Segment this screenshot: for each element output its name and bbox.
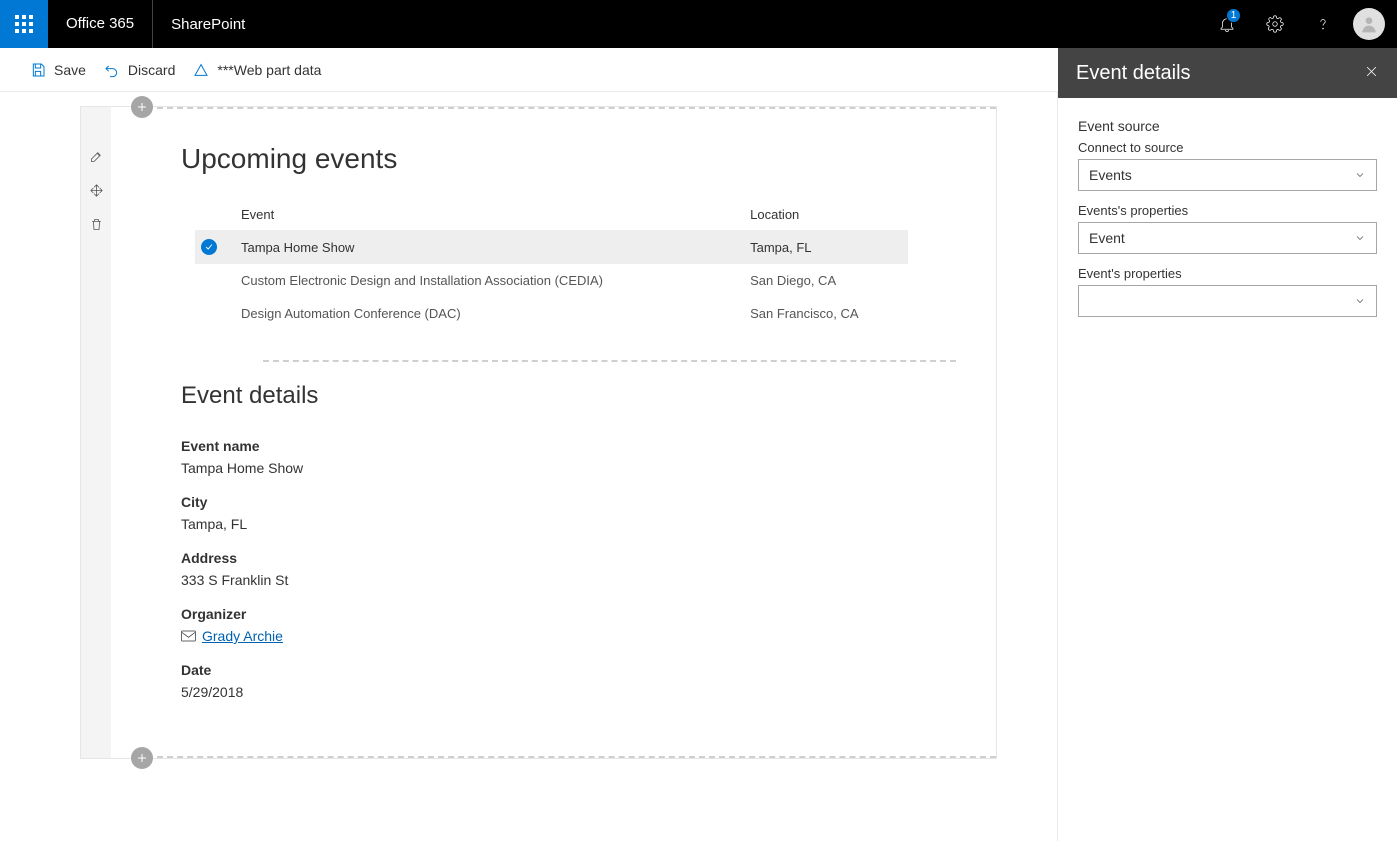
notification-badge: 1	[1226, 8, 1241, 23]
user-avatar[interactable]	[1353, 8, 1385, 40]
cell-event: Design Automation Conference (DAC)	[235, 297, 744, 330]
events-properties-select[interactable]	[1078, 285, 1377, 317]
label-city: City	[181, 494, 956, 510]
close-pane-button[interactable]	[1364, 62, 1379, 85]
help-button[interactable]	[1299, 0, 1347, 48]
property-pane: Event details Event source Connect to so…	[1058, 48, 1397, 841]
label-event-name: Event name	[181, 438, 956, 454]
label-events-properties: Event's properties	[1078, 266, 1377, 281]
event-details-title: Event details	[181, 382, 956, 410]
check-icon	[204, 242, 214, 252]
value-date: 5/29/2018	[181, 684, 956, 700]
notifications-button[interactable]: 1	[1203, 0, 1251, 48]
table-row[interactable]: Design Automation Conference (DAC) San F…	[195, 297, 908, 330]
cell-location: San Diego, CA	[744, 264, 908, 297]
cell-event: Tampa Home Show	[235, 230, 744, 264]
chevron-down-icon	[1354, 169, 1366, 181]
label-address: Address	[181, 550, 956, 566]
table-row[interactable]: Tampa Home Show Tampa, FL	[195, 230, 908, 264]
page-canvas: Upcoming events Event Location	[80, 106, 997, 759]
app-launcher-button[interactable]	[0, 0, 48, 48]
webpart-data-label: ***Web part data	[217, 62, 321, 78]
organizer-name: Grady Archie	[202, 628, 283, 644]
value-address: 333 S Franklin St	[181, 572, 956, 588]
column-header-location[interactable]: Location	[744, 199, 908, 230]
eventss-properties-value: Event	[1089, 230, 1125, 246]
cell-location: Tampa, FL	[744, 230, 908, 264]
property-pane-header: Event details	[1058, 48, 1397, 98]
person-icon	[1359, 14, 1379, 34]
eventss-properties-select[interactable]: Event	[1078, 222, 1377, 254]
connect-source-value: Events	[1089, 167, 1132, 183]
events-table: Event Location Tampa Home Show Tampa, FL	[195, 199, 908, 330]
discard-label: Discard	[128, 62, 175, 78]
label-organizer: Organizer	[181, 606, 956, 622]
upcoming-events-title: Upcoming events	[181, 143, 956, 175]
label-connect-source: Connect to source	[1078, 140, 1377, 155]
discard-button[interactable]: Discard	[104, 62, 175, 78]
save-icon	[30, 62, 46, 78]
suite-app-name[interactable]: SharePoint	[153, 16, 263, 33]
suite-bar: Office 365 SharePoint 1	[0, 0, 1397, 48]
cell-location: San Francisco, CA	[744, 297, 908, 330]
section-divider-mid	[263, 360, 956, 362]
organizer-link[interactable]: Grady Archie	[181, 628, 283, 644]
canvas-workspace: Upcoming events Event Location	[0, 92, 1058, 841]
waffle-icon	[15, 15, 33, 33]
cell-event: Custom Electronic Design and Installatio…	[235, 264, 744, 297]
add-section-top[interactable]	[131, 96, 153, 118]
add-section-bottom[interactable]	[131, 747, 153, 769]
plus-icon	[136, 101, 148, 113]
label-event-source: Event source	[1078, 118, 1377, 134]
save-label: Save	[54, 62, 86, 78]
gear-icon	[1266, 15, 1284, 33]
connect-source-select[interactable]: Events	[1078, 159, 1377, 191]
chevron-down-icon	[1354, 295, 1366, 307]
value-city: Tampa, FL	[181, 516, 956, 532]
value-event-name: Tampa Home Show	[181, 460, 956, 476]
help-icon	[1314, 15, 1332, 33]
plus-icon	[136, 752, 148, 764]
table-row[interactable]: Custom Electronic Design and Installatio…	[195, 264, 908, 297]
section-divider-bottom	[147, 756, 996, 758]
chevron-down-icon	[1354, 232, 1366, 244]
save-button[interactable]: Save	[30, 62, 86, 78]
mail-icon	[181, 630, 196, 642]
label-eventss-properties: Events's properties	[1078, 203, 1377, 218]
pane-title: Event details	[1076, 62, 1191, 85]
settings-button[interactable]	[1251, 0, 1299, 48]
triangle-icon	[193, 62, 209, 78]
row-selected-check[interactable]	[201, 239, 217, 255]
close-icon	[1364, 64, 1379, 79]
webpart-data-button[interactable]: ***Web part data	[193, 62, 321, 78]
undo-icon	[104, 62, 120, 78]
column-header-event[interactable]: Event	[235, 199, 744, 230]
suite-title[interactable]: Office 365	[48, 0, 153, 48]
label-date: Date	[181, 662, 956, 678]
